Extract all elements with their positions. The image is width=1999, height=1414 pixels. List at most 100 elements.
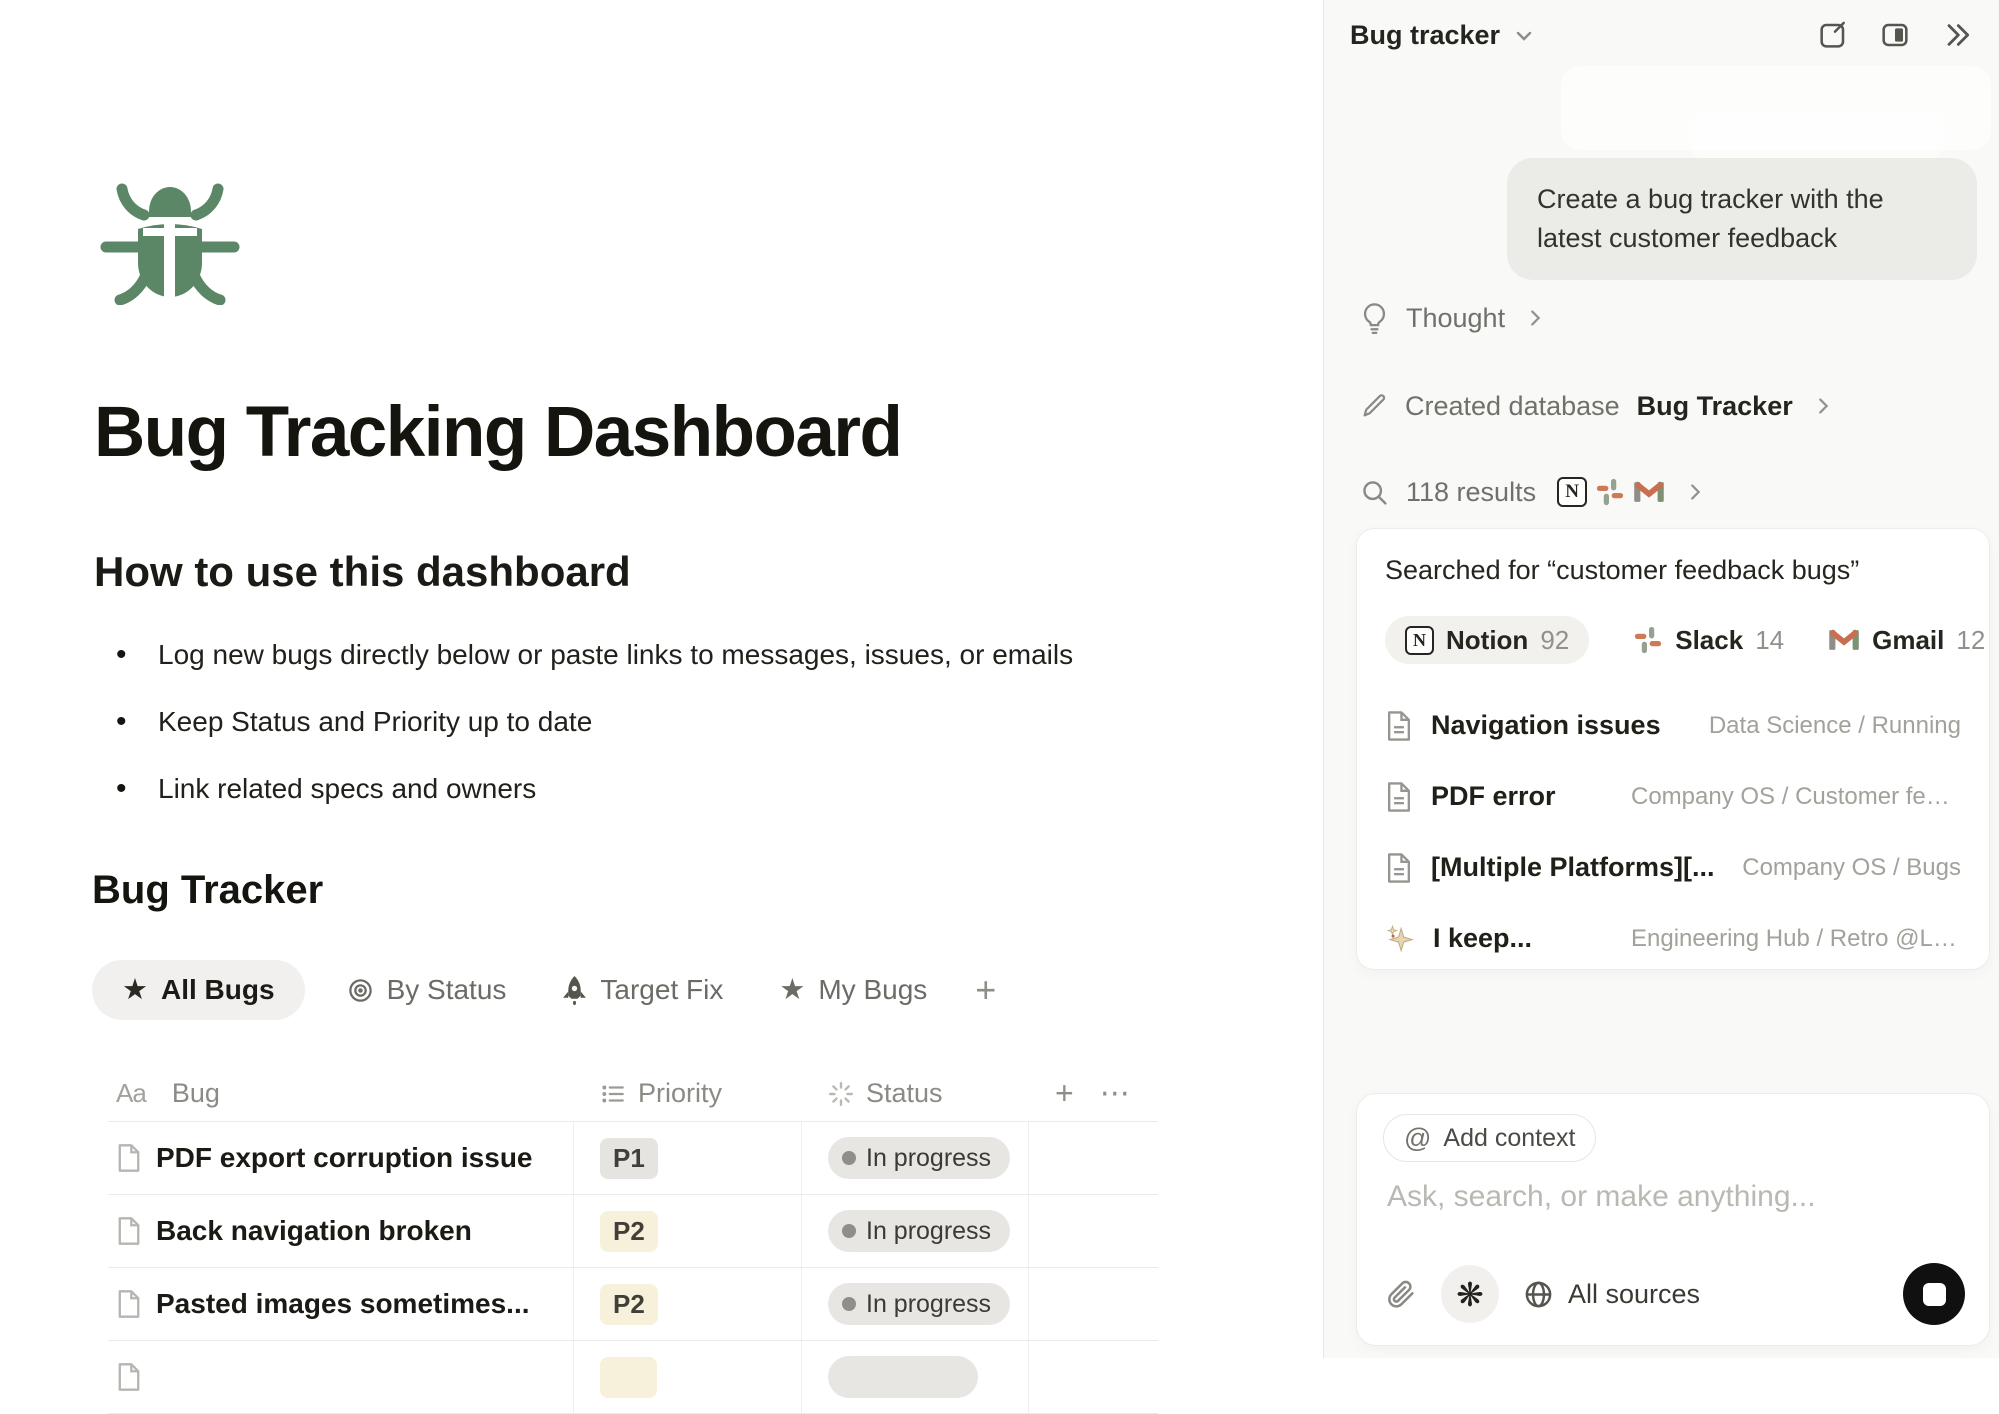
- bug-icon[interactable]: [100, 183, 240, 305]
- tab-by-status[interactable]: By Status: [333, 960, 521, 1020]
- search-result-list: Navigation issues Data Science / Running…: [1385, 690, 1961, 970]
- ai-composer: @ Add context Ask, search, or make anyth…: [1356, 1093, 1990, 1346]
- table-row[interactable]: Pasted images sometimes... P2 In progres…: [108, 1268, 1158, 1341]
- ai-side-panel: Bug tracker Create a: [1323, 0, 1999, 1358]
- all-sources-label: All sources: [1568, 1279, 1700, 1310]
- column-label: Bug: [172, 1078, 220, 1109]
- loading-spinner-icon: [828, 1081, 854, 1107]
- add-view-button[interactable]: +: [969, 969, 1002, 1011]
- new-chat-icon[interactable]: [1817, 19, 1849, 51]
- star-icon: ★: [122, 976, 148, 1005]
- at-icon: @: [1404, 1123, 1431, 1154]
- chevron-right-icon: [1684, 481, 1706, 503]
- page-file-icon: [1385, 710, 1413, 742]
- howto-bullet: Log new bugs directly below or paste lin…: [94, 628, 1073, 695]
- howto-bullet: Link related specs and owners: [94, 762, 1073, 829]
- collapse-panel-icon[interactable]: [1941, 19, 1973, 51]
- howto-list: Log new bugs directly below or paste lin…: [94, 628, 1073, 829]
- column-header-priority[interactable]: Priority: [574, 1066, 802, 1121]
- chevron-right-icon: [1524, 307, 1546, 329]
- target-icon: [347, 977, 374, 1004]
- panel-title[interactable]: Bug tracker: [1350, 20, 1500, 51]
- step-label: Created database: [1405, 391, 1620, 422]
- stop-button[interactable]: [1903, 1263, 1965, 1325]
- search-result-item[interactable]: PDF error Company OS / Customer feedback: [1385, 761, 1961, 832]
- status-label: In progress: [866, 1217, 991, 1246]
- status-dot-icon: [842, 1151, 856, 1165]
- result-title: I keep...: [1433, 923, 1532, 954]
- thought-step[interactable]: Thought: [1360, 296, 1546, 340]
- column-label: Status: [866, 1078, 943, 1109]
- step-label: 118 results: [1406, 477, 1536, 508]
- search-card-title: Searched for “customer feedback bugs”: [1385, 555, 1961, 586]
- search-result-item[interactable]: Navigation issues Data Science / Running: [1385, 690, 1961, 761]
- table-row[interactable]: PDF export corruption issue P1 In progre…: [108, 1122, 1158, 1195]
- add-column-button[interactable]: +: [1055, 1075, 1074, 1112]
- search-results-step[interactable]: 118 results N: [1360, 470, 1706, 514]
- tab-my-bugs[interactable]: ★ My Bugs: [765, 960, 941, 1020]
- column-header-bug[interactable]: Aa Bug: [108, 1066, 574, 1121]
- chevron-right-icon: [1812, 395, 1834, 417]
- openai-model-icon[interactable]: ❋: [1441, 1265, 1499, 1323]
- chevron-down-icon[interactable]: [1512, 23, 1536, 47]
- status-badge[interactable]: In progress: [828, 1283, 1010, 1325]
- status-badge[interactable]: In progress: [828, 1210, 1010, 1252]
- panel-header: Bug tracker: [1350, 12, 1973, 58]
- stop-icon: [1923, 1283, 1946, 1306]
- table-row-partial[interactable]: [108, 1341, 1158, 1414]
- bug-table: Aa Bug Priority: [108, 1066, 1158, 1414]
- composer-input[interactable]: Ask, search, or make anything...: [1387, 1180, 1959, 1214]
- priority-badge[interactable]: [600, 1357, 657, 1398]
- sparkles-icon: [1385, 924, 1415, 954]
- tab-all-bugs[interactable]: ★ All Bugs: [92, 960, 305, 1020]
- status-label: In progress: [866, 1144, 991, 1173]
- page-file-icon: [116, 1289, 142, 1319]
- search-icon: [1360, 478, 1389, 507]
- tab-label: Target Fix: [600, 974, 723, 1006]
- composer-toolbar: ❋ All sources: [1385, 1263, 1965, 1325]
- table-header-actions: + ⋯: [1029, 1066, 1156, 1121]
- filter-chip-gmail[interactable]: Gmail 12: [1828, 625, 1985, 656]
- priority-badge[interactable]: P2: [600, 1211, 658, 1252]
- bug-title: Back navigation broken: [156, 1215, 472, 1247]
- section-heading: Bug Tracker: [92, 868, 323, 913]
- list-icon: [600, 1081, 626, 1107]
- tab-label: By Status: [387, 974, 507, 1006]
- all-sources-button[interactable]: All sources: [1523, 1279, 1700, 1310]
- attachment-icon[interactable]: [1385, 1278, 1417, 1310]
- priority-badge[interactable]: P2: [600, 1284, 658, 1325]
- table-row[interactable]: Back navigation broken P2 In progress: [108, 1195, 1158, 1268]
- search-result-item[interactable]: [Multiple Platforms][... Company OS / Bu…: [1385, 832, 1961, 903]
- result-title: [Multiple Platforms][...: [1431, 852, 1715, 883]
- chip-label: Gmail: [1872, 625, 1944, 656]
- page-file-icon: [1385, 781, 1413, 813]
- priority-badge[interactable]: P1: [600, 1138, 658, 1179]
- bug-title: Pasted images sometimes...: [156, 1288, 530, 1320]
- status-badge[interactable]: In progress: [828, 1137, 1010, 1179]
- result-path: Company OS / Bugs: [1742, 854, 1961, 882]
- notion-icon: N: [1557, 477, 1587, 507]
- search-result-item[interactable]: I keep... Engineering Hub / Retro @Last …: [1385, 903, 1961, 970]
- add-context-button[interactable]: @ Add context: [1383, 1114, 1596, 1162]
- chip-count: 12: [1956, 625, 1985, 656]
- result-path: Company OS / Customer feedback: [1631, 783, 1961, 811]
- rocket-icon: [562, 976, 587, 1005]
- page-file-icon: [116, 1362, 142, 1392]
- status-dot-icon: [842, 1224, 856, 1238]
- created-database-name[interactable]: Bug Tracker: [1637, 391, 1793, 422]
- add-context-label: Add context: [1443, 1124, 1575, 1153]
- column-header-status[interactable]: Status: [802, 1066, 1029, 1121]
- bug-title: PDF export corruption issue: [156, 1142, 533, 1174]
- tab-target-fix[interactable]: Target Fix: [548, 960, 737, 1020]
- panel-layout-icon[interactable]: [1879, 19, 1911, 51]
- status-badge[interactable]: [828, 1356, 978, 1398]
- more-options-button[interactable]: ⋯: [1100, 1076, 1132, 1111]
- text-type-icon: Aa: [116, 1078, 146, 1109]
- created-database-step[interactable]: Created database Bug Tracker: [1360, 384, 1834, 428]
- filter-chip-notion[interactable]: N Notion 92: [1385, 616, 1589, 664]
- document-page: Bug Tracking Dashboard How to use this d…: [0, 0, 1323, 1358]
- slack-icon: [1595, 477, 1625, 507]
- chip-label: Slack: [1675, 625, 1743, 656]
- search-results-card: Searched for “customer feedback bugs” N …: [1356, 528, 1990, 970]
- filter-chip-slack[interactable]: Slack 14: [1633, 625, 1784, 656]
